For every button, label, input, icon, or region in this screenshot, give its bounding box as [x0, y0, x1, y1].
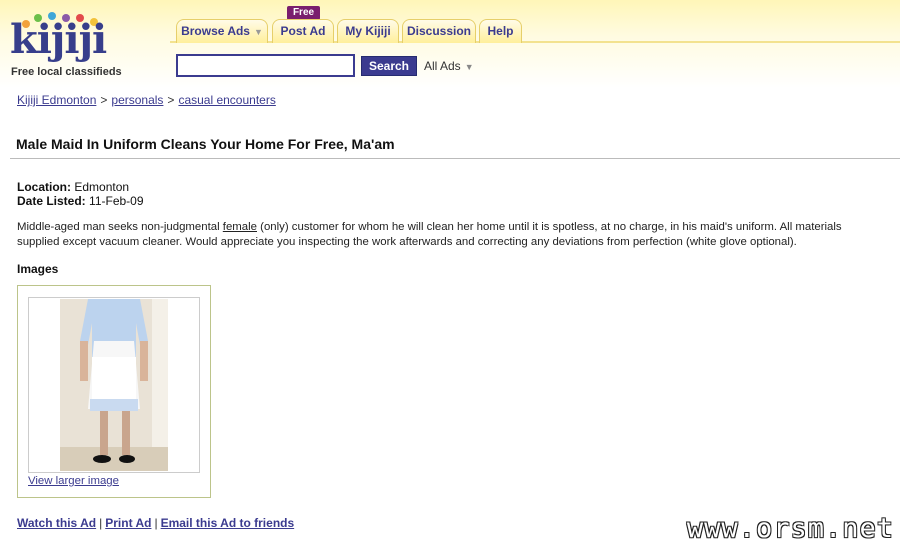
image-gallery: View larger image — [17, 285, 211, 498]
breadcrumb-link-city[interactable]: Kijiji Edmonton — [17, 93, 96, 107]
chevron-down-icon: ▼ — [464, 62, 474, 72]
kijiji-logo[interactable]: kijiji — [10, 12, 120, 68]
search-button[interactable]: Search — [361, 56, 417, 76]
category-select[interactable]: All Ads ▼ — [424, 59, 474, 73]
images-heading: Images — [17, 262, 59, 276]
tab-browse-ads[interactable]: Browse Ads ▼ — [176, 19, 268, 43]
location-value: Edmonton — [74, 180, 130, 194]
tagline: Free local classifieds — [11, 66, 122, 78]
tab-label: My Kijiji — [345, 24, 391, 38]
breadcrumb-link-personals[interactable]: personals — [111, 93, 163, 107]
chevron-down-icon: ▼ — [253, 27, 263, 37]
action-separator: | — [99, 516, 103, 530]
description-emphasis: female — [222, 221, 257, 233]
email-ad-link[interactable]: Email this Ad to friends — [161, 516, 295, 530]
site-header: kijiji Free local classifieds Browse Ads… — [0, 0, 900, 88]
tab-help[interactable]: Help — [479, 19, 522, 43]
tab-label: Browse Ads — [181, 24, 250, 38]
ad-photo-frame[interactable] — [28, 297, 200, 473]
ad-photo[interactable] — [60, 299, 168, 471]
date-label: Date Listed: — [17, 194, 86, 208]
date-value: 11-Feb-09 — [89, 194, 144, 208]
search-input[interactable] — [176, 54, 355, 77]
watch-ad-link[interactable]: Watch this Ad — [17, 516, 96, 530]
tab-post-ad[interactable]: Post Ad — [272, 19, 334, 43]
watermark: www.orsm.net — [686, 513, 894, 544]
ad-date: Date Listed: 11-Feb-09 — [17, 194, 144, 208]
breadcrumb-separator: > — [100, 93, 108, 107]
description-text: Middle-aged man seeks non-judgmental — [17, 221, 223, 233]
tab-discussion[interactable]: Discussion — [402, 19, 476, 43]
category-select-value: All Ads — [424, 59, 461, 73]
logo-wordmark: kijiji — [10, 16, 107, 63]
breadcrumb-link-category[interactable]: casual encounters — [178, 93, 275, 107]
free-badge: Free — [287, 6, 320, 24]
breadcrumb-separator: > — [167, 93, 175, 107]
breadcrumb: Kijiji Edmonton > personals > casual encount… — [17, 93, 276, 107]
tab-label: Help — [487, 24, 514, 38]
ad-actions: Watch this Ad | Print Ad | Email this Ad to … — [17, 516, 294, 530]
tab-label: Post Ad — [280, 24, 326, 38]
ad-title: Male Maid In Uniform Cleans Your Home Fo… — [16, 136, 395, 152]
view-larger-image-link[interactable]: View larger image — [28, 475, 119, 487]
ad-description: Middle-aged man seeks non-judgmental fem… — [17, 220, 887, 250]
title-divider — [10, 158, 900, 159]
location-label: Location: — [17, 180, 71, 194]
tab-label: Discussion — [406, 24, 472, 38]
tab-my-kijiji[interactable]: My Kijiji — [337, 19, 399, 43]
print-ad-link[interactable]: Print Ad — [105, 516, 151, 530]
action-separator: | — [154, 516, 158, 530]
ad-location: Location: Edmonton — [17, 180, 129, 194]
